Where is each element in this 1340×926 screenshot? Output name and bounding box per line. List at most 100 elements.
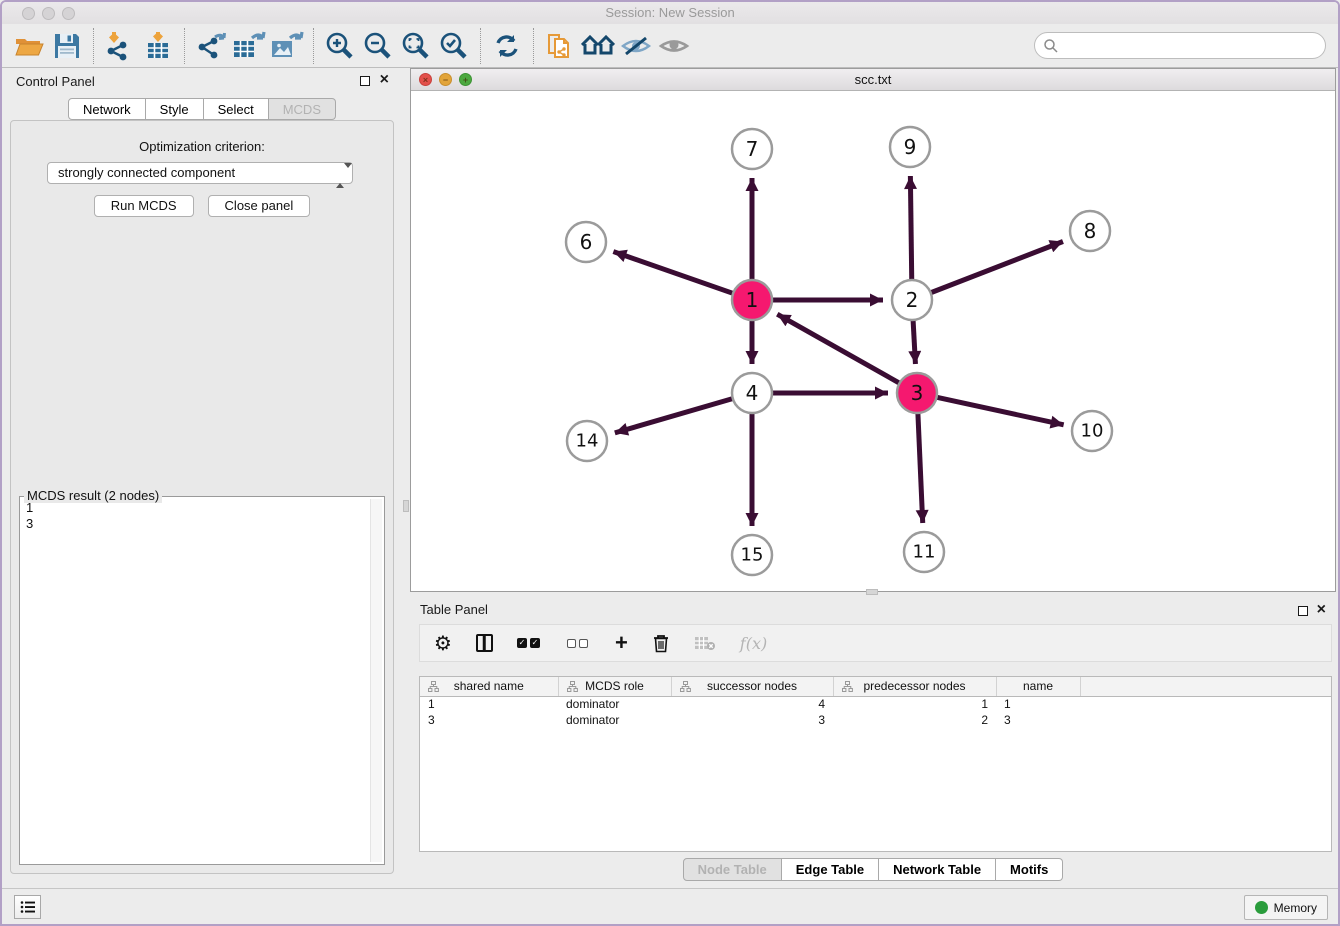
- save-session-icon[interactable]: [48, 27, 86, 65]
- column-label: shared name: [454, 679, 524, 693]
- optimization-criterion-label: Optimization criterion:: [11, 139, 393, 154]
- apply-function-icon: f(x): [740, 631, 767, 655]
- vertical-splitter-grip[interactable]: [403, 500, 409, 512]
- result-item[interactable]: 1: [26, 500, 368, 516]
- import-table-icon[interactable]: [139, 27, 177, 65]
- control-panel-tabs: NetworkStyleSelectMCDS: [2, 98, 402, 120]
- close-panel-icon[interactable]: ×: [380, 70, 389, 90]
- search-input[interactable]: [1034, 32, 1326, 59]
- table-cell[interactable]: dominator: [558, 712, 671, 728]
- float-panel-icon[interactable]: [360, 76, 370, 86]
- edge-3-11[interactable]: [918, 411, 923, 523]
- mcds-result-box: MCDS result (2 nodes) 13: [19, 496, 385, 865]
- delete-table-icon: [694, 631, 716, 655]
- table-cell[interactable]: 2: [833, 712, 996, 728]
- toggle-columns-icon[interactable]: [476, 631, 493, 655]
- run-mcds-button[interactable]: Run MCDS: [94, 195, 194, 217]
- memory-label: Memory: [1274, 901, 1317, 915]
- table-row[interactable]: 3dominator323: [420, 712, 1331, 728]
- tab-network-table[interactable]: Network Table: [879, 858, 996, 881]
- toolbar-separator: [93, 28, 94, 64]
- node-label-14: 14: [576, 431, 599, 452]
- table-cell[interactable]: 1: [420, 696, 558, 712]
- edge-3-1[interactable]: [777, 314, 901, 384]
- column-header-mcds-role[interactable]: MCDS role: [558, 677, 671, 696]
- edge-2-9[interactable]: [910, 176, 911, 282]
- home-view-icon[interactable]: [579, 27, 617, 65]
- result-scrollbar[interactable]: [370, 499, 382, 862]
- memory-button[interactable]: Memory: [1244, 895, 1328, 920]
- table-cell[interactable]: 1: [996, 696, 1080, 712]
- node-label-3: 3: [911, 381, 924, 405]
- refresh-layout-icon[interactable]: [488, 27, 526, 65]
- network-window-titlebar: × − + scc.txt: [411, 69, 1335, 91]
- tab-node-table[interactable]: Node Table: [683, 858, 782, 881]
- table-row[interactable]: 1dominator411: [420, 696, 1331, 712]
- show-all-eye-icon[interactable]: [655, 27, 693, 65]
- table-toolbar: ⚙ ✓✓ + f(x): [419, 624, 1332, 662]
- toolbar-separator: [313, 28, 314, 64]
- node-label-2: 2: [906, 288, 919, 312]
- export-table-icon[interactable]: [230, 27, 268, 65]
- duplicate-network-icon[interactable]: [541, 27, 579, 65]
- task-history-button[interactable]: [14, 895, 41, 919]
- open-session-icon[interactable]: [10, 27, 48, 65]
- node-table[interactable]: shared name MCDS role successor nodes prede…: [419, 676, 1332, 852]
- export-network-icon[interactable]: [192, 27, 230, 65]
- column-header-shared-name[interactable]: shared name: [420, 677, 558, 696]
- table-tabs: Node TableEdge TableNetwork TableMotifs: [410, 858, 1336, 881]
- table-panel: Table Panel × ⚙ ✓✓ + f(x) shared nameMC: [410, 594, 1336, 888]
- table-cell[interactable]: 3: [996, 712, 1080, 728]
- status-bar: Memory: [2, 888, 1338, 924]
- zoom-fit-icon[interactable]: [397, 27, 435, 65]
- node-label-4: 4: [746, 381, 759, 405]
- hide-selected-eye-icon[interactable]: [617, 27, 655, 65]
- column-label: successor nodes: [707, 679, 797, 693]
- column-header-predecessor-nodes[interactable]: predecessor nodes: [833, 677, 996, 696]
- tab-style[interactable]: Style: [146, 98, 204, 120]
- delete-column-icon[interactable]: [652, 631, 670, 655]
- close-table-panel-icon[interactable]: ×: [1317, 600, 1326, 620]
- dropdown-stepper-icon: [336, 166, 345, 186]
- edge-3-10[interactable]: [935, 397, 1064, 425]
- toolbar-separator: [184, 28, 185, 64]
- table-cell[interactable]: 4: [671, 696, 833, 712]
- edge-4-14[interactable]: [615, 398, 735, 433]
- table-cell[interactable]: dominator: [558, 696, 671, 712]
- main-area: Control Panel × NetworkStyleSelectMCDS O…: [2, 68, 1338, 888]
- tab-edge-table[interactable]: Edge Table: [782, 858, 879, 881]
- import-network-icon[interactable]: [101, 27, 139, 65]
- settings-gear-icon[interactable]: ⚙: [434, 631, 452, 655]
- network-canvas[interactable]: 1234678910111415: [411, 91, 1335, 591]
- edge-1-6[interactable]: [613, 252, 735, 294]
- export-image-icon[interactable]: [268, 27, 306, 65]
- tab-select[interactable]: Select: [204, 98, 269, 120]
- float-table-panel-icon[interactable]: [1298, 606, 1308, 616]
- toolbar-separator: [480, 28, 481, 64]
- edge-2-8[interactable]: [929, 241, 1063, 293]
- criterion-dropdown[interactable]: strongly connected component: [47, 162, 353, 184]
- tab-mcds[interactable]: MCDS: [269, 98, 336, 120]
- node-label-1: 1: [746, 288, 759, 312]
- network-graph[interactable]: 1234678910111415: [411, 91, 1335, 591]
- zoom-in-icon[interactable]: [321, 27, 359, 65]
- column-label: MCDS role: [585, 679, 644, 693]
- table-cell[interactable]: 3: [671, 712, 833, 728]
- column-header-name[interactable]: name: [996, 677, 1080, 696]
- table-cell[interactable]: 3: [420, 712, 558, 728]
- result-item[interactable]: 3: [26, 516, 368, 532]
- node-label-8: 8: [1084, 219, 1097, 243]
- select-all-checkboxes-icon[interactable]: ✓✓: [517, 631, 543, 655]
- zoom-out-icon[interactable]: [359, 27, 397, 65]
- edge-2-3[interactable]: [913, 318, 915, 364]
- deselect-all-checkboxes-icon[interactable]: [567, 631, 591, 655]
- tab-network[interactable]: Network: [68, 98, 146, 120]
- table-cell[interactable]: 1: [833, 696, 996, 712]
- column-header-successor-nodes[interactable]: successor nodes: [671, 677, 833, 696]
- node-label-15: 15: [741, 545, 764, 566]
- close-panel-button[interactable]: Close panel: [208, 195, 311, 217]
- tab-motifs[interactable]: Motifs: [996, 858, 1063, 881]
- zoom-selected-icon[interactable]: [435, 27, 473, 65]
- mcds-result-list[interactable]: 13: [26, 500, 368, 861]
- add-column-icon[interactable]: +: [615, 631, 628, 655]
